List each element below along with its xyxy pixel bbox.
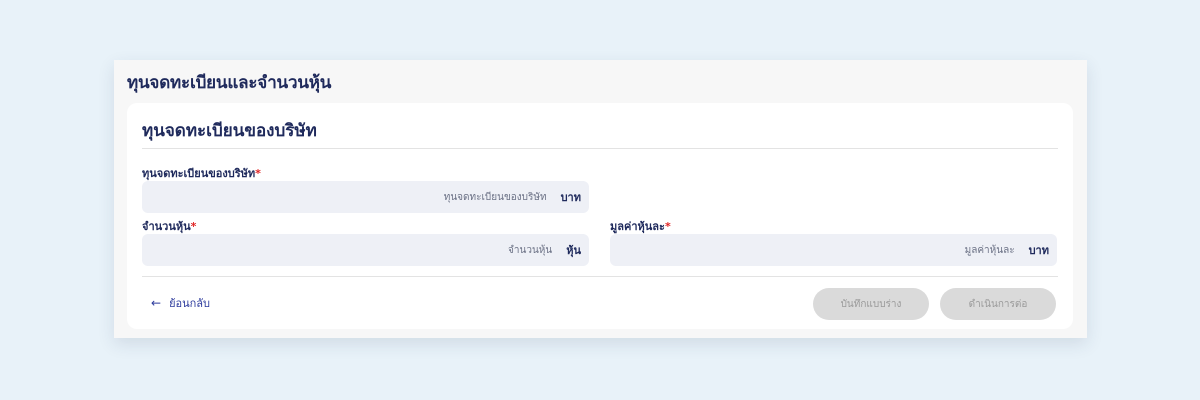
capital-required-mark: * (255, 167, 261, 180)
panel-title: ทุนจดทะเบียนและจำนวนหุ้น (127, 73, 332, 93)
par-value-required-mark: * (664, 220, 671, 233)
par-value-label: มูลค่าหุ้นละ* (610, 217, 671, 235)
shares-unit: หุ้น (566, 244, 581, 257)
back-link[interactable]: ← ย้อนกลับ (151, 294, 210, 312)
shares-input[interactable] (142, 234, 567, 266)
capital-input[interactable] (142, 181, 561, 213)
shares-required-mark: * (190, 220, 197, 233)
capital-shares-panel: ทุนจดทะเบียนและจำนวนหุ้น ทุนจดทะเบียนของ… (114, 60, 1087, 338)
save-draft-button[interactable]: บันทึกแบบร่าง (813, 288, 929, 320)
capital-unit: บาท (560, 191, 581, 204)
card-divider-bottom (142, 276, 1058, 277)
capital-label: ทุนจดทะเบียนของบริษัท* (142, 164, 261, 182)
registered-capital-card: ทุนจดทะเบียนของบริษัท ทุนจดทะเบียนของบริ… (127, 103, 1073, 329)
arrow-left-icon: ← (151, 296, 162, 310)
continue-button[interactable]: ดำเนินการต่อ (940, 288, 1056, 320)
shares-label: จำนวนหุ้น* (142, 217, 196, 235)
back-label: ย้อนกลับ (169, 297, 211, 310)
card-divider-top (142, 148, 1058, 149)
par-value-label-text: มูลค่าหุ้นละ (610, 220, 665, 233)
card-title: ทุนจดทะเบียนของบริษัท (142, 121, 317, 141)
par-value-input[interactable] (610, 234, 1029, 266)
par-value-unit: บาท (1028, 244, 1049, 257)
capital-label-text: ทุนจดทะเบียนของบริษัท (142, 167, 256, 180)
capital-field: บาท (142, 181, 589, 213)
shares-field: หุ้น (142, 234, 589, 266)
par-value-field: บาท (610, 234, 1057, 266)
shares-label-text: จำนวนหุ้น (142, 220, 191, 233)
